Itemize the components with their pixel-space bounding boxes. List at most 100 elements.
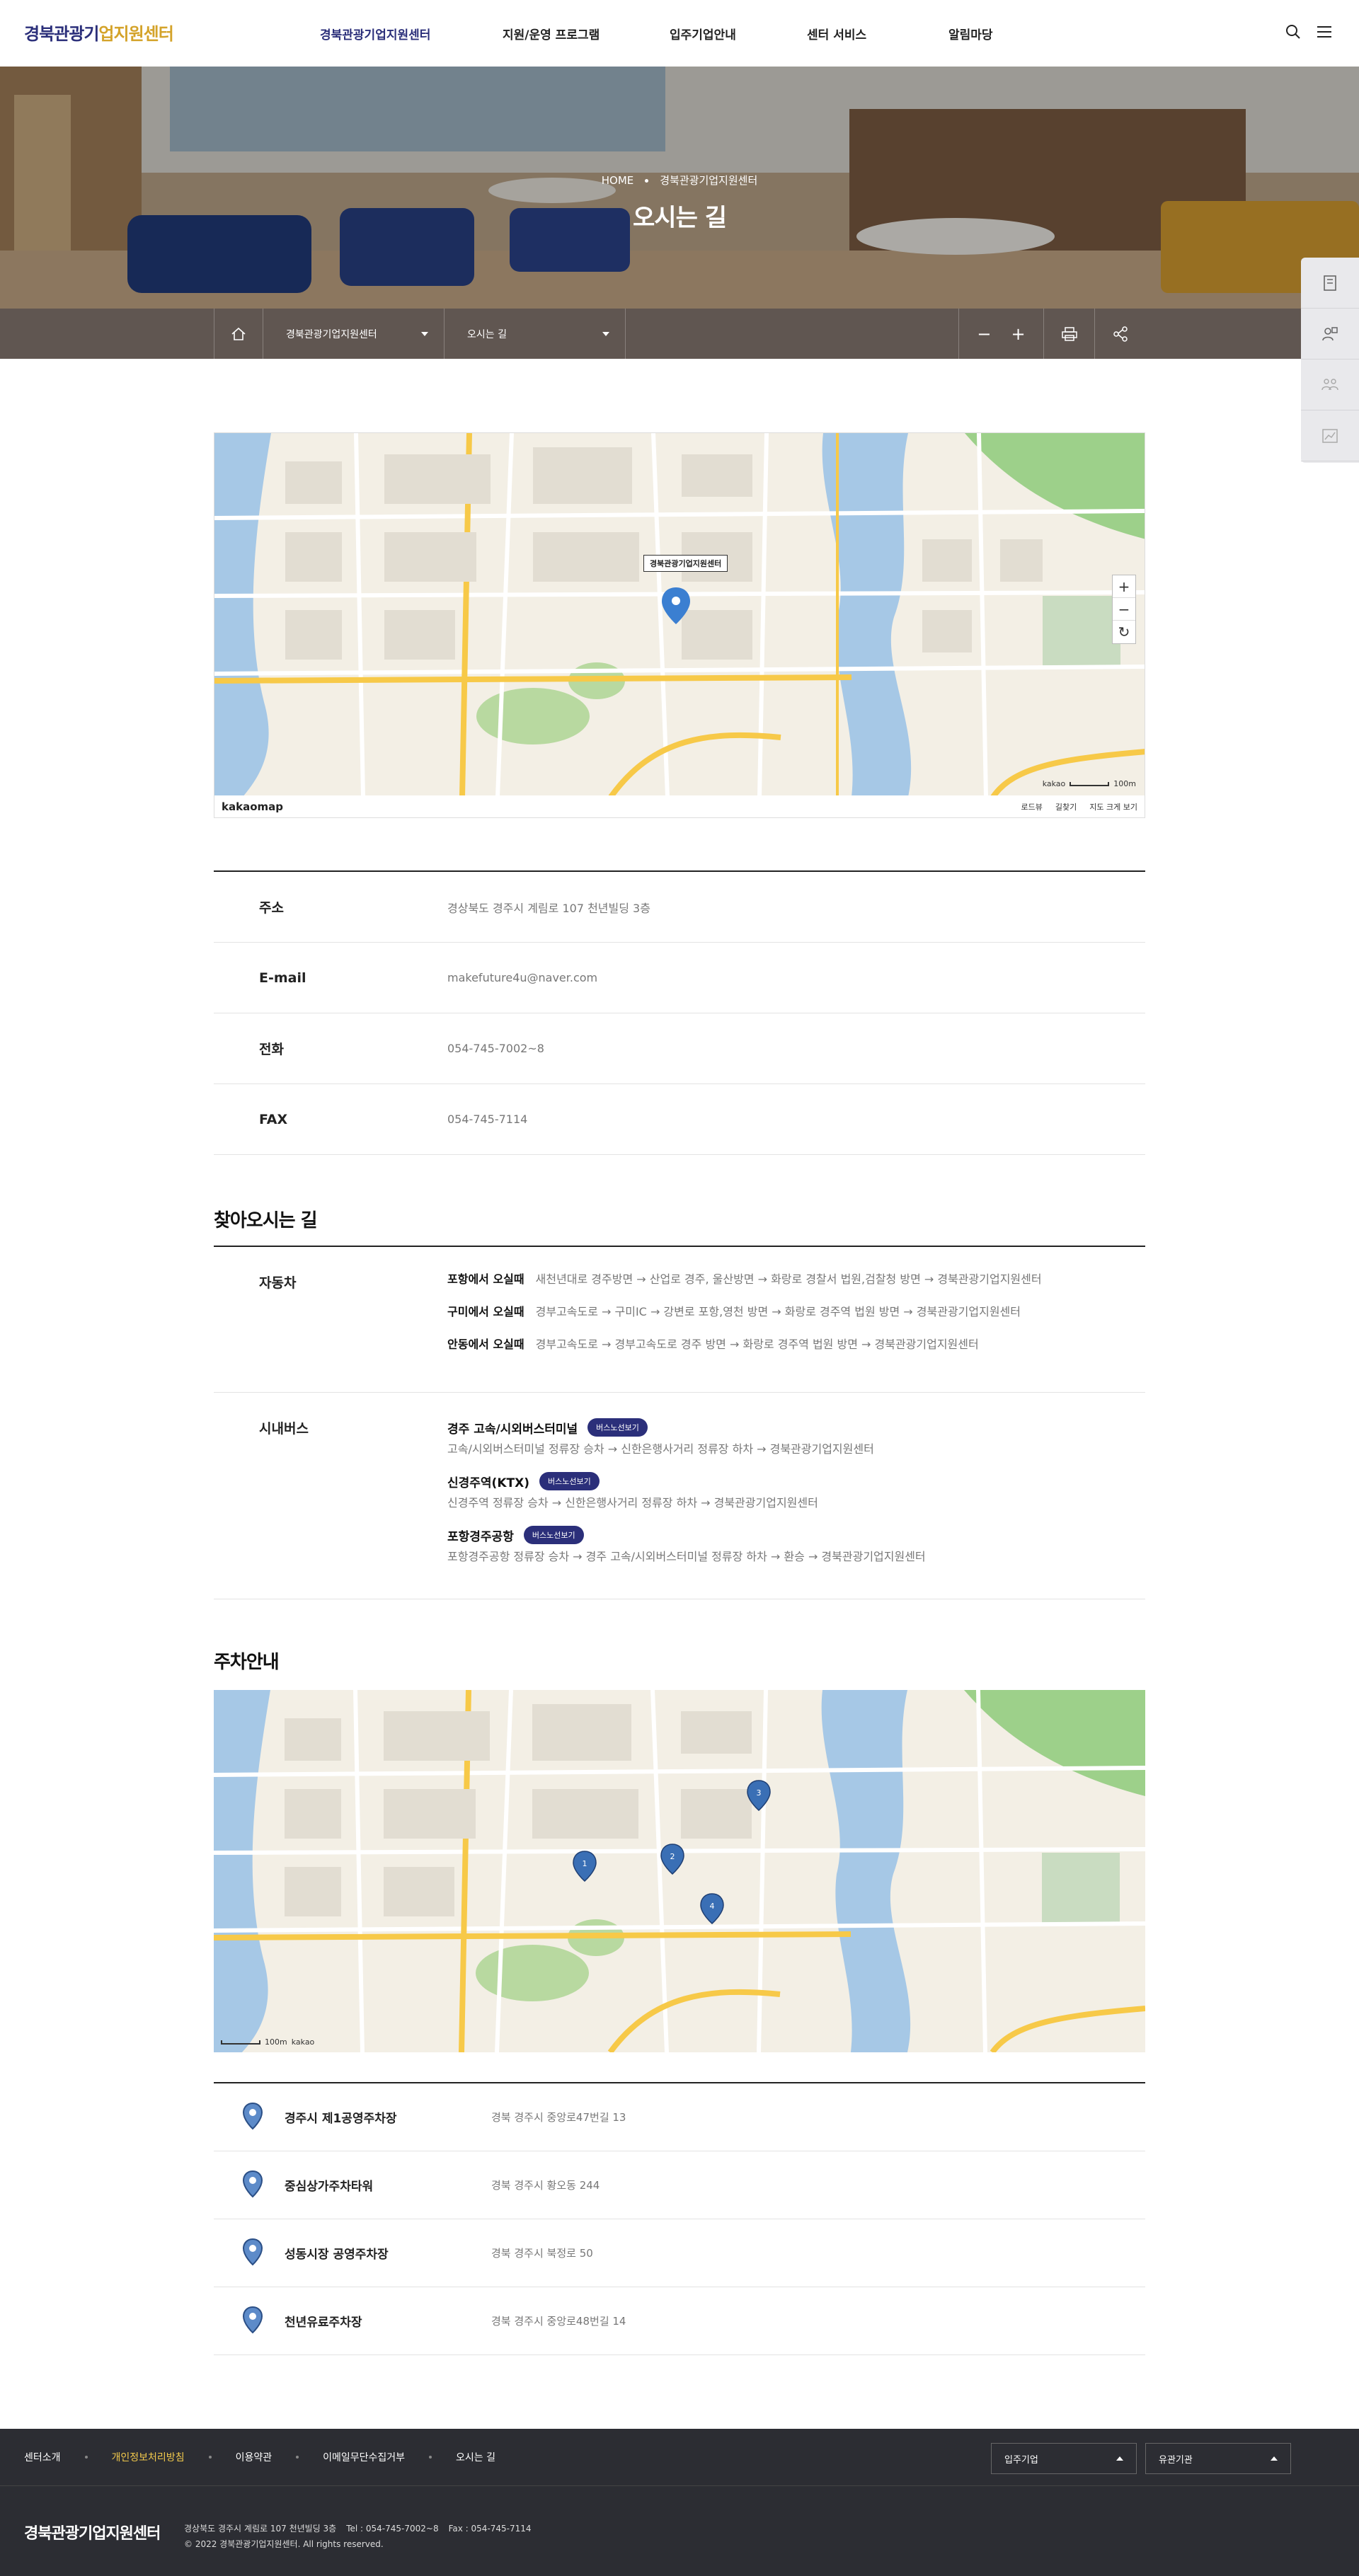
footer-tel: Tel : 054-745-7002~8 — [346, 2524, 439, 2534]
footer-address: 경상북도 경주시 계림로 107 천년빌딩 3층 — [184, 2524, 337, 2534]
parking-pin-number: 4 — [710, 1902, 715, 1911]
large-map-link[interactable]: 지도 크게 보기 — [1089, 801, 1137, 812]
map-pin-icon — [214, 2238, 285, 2269]
car-route-from: 포항에서 오실때 — [447, 1272, 524, 1286]
parking-row: 중심상가주차타워 경북 경주시 황오동 244 — [214, 2151, 1145, 2219]
subnav-depth1-dropdown[interactable]: 경북관광기업지원센터 — [263, 309, 445, 359]
user-group-icon — [1322, 326, 1338, 340]
roadview-link[interactable]: 로드뷰 — [1021, 801, 1043, 812]
related-org-select-label: 유관기관 — [1159, 2454, 1193, 2466]
footer-link-privacy[interactable]: 개인정보처리방침 — [112, 2450, 185, 2464]
map-scale: kakao 100m — [1043, 779, 1136, 788]
directions-link[interactable]: 길찾기 — [1055, 801, 1077, 812]
parking-map-canvas: 1 2 3 4 — [214, 1690, 1145, 2052]
quick-item-3[interactable] — [1301, 360, 1359, 410]
map-reset-button[interactable]: ↻ — [1113, 621, 1135, 643]
kakaomap-logo[interactable]: kakaomap — [222, 800, 283, 813]
hero-banner: HOME 경북관광기업지원센터 오시는 길 경북관광기업지원센터 오시는 길 − … — [0, 67, 1359, 359]
map-zoom-in-button[interactable]: + — [1113, 575, 1135, 598]
logo-text-1: 경북관광기 — [24, 24, 99, 44]
bus-origin: 신경주역(KTX) 버스노선보기 — [447, 1469, 1145, 1493]
hamburger-icon[interactable] — [1315, 23, 1334, 41]
bus-origin: 경주 고속/시외버스터미널 버스노선보기 — [447, 1415, 1145, 1439]
nav-item-service[interactable]: 센터 서비스 — [779, 0, 920, 67]
scale-bar — [1070, 781, 1110, 786]
quick-item-4[interactable] — [1301, 410, 1359, 461]
parking-address: 경북 경주시 황오동 244 — [491, 2179, 600, 2192]
parking-map-scale: 100m kakao — [221, 2037, 314, 2047]
subnav-depth2-label: 오시는 길 — [467, 328, 507, 340]
subnav-home-button[interactable] — [214, 309, 263, 359]
parking-map[interactable]: 1 2 3 4 100m kakao — [214, 1690, 1145, 2052]
map-pin-icon — [214, 2170, 285, 2201]
map-place-label: 경북관광기업지원센터 — [643, 555, 728, 572]
font-zoom-controls: − + — [958, 309, 1043, 359]
related-org-select[interactable]: 유관기관 — [1145, 2443, 1291, 2474]
footer-logo: 경북관광기업지원센터 — [24, 2525, 161, 2543]
tenant-select[interactable]: 입주기업 — [991, 2443, 1137, 2474]
bus-origin-name: 신경주역(KTX) — [447, 1476, 529, 1490]
map-scale-text: 100m — [265, 2037, 287, 2047]
share-icon — [1113, 326, 1128, 342]
subnav-depth2-dropdown[interactable]: 오시는 길 — [445, 309, 626, 359]
parking-row: 천년유료주차장 경북 경주시 중앙로48번길 14 — [214, 2287, 1145, 2355]
map-scale-logo: kakao — [291, 2037, 315, 2047]
subnav-depth1-label: 경북관광기업지원센터 — [286, 328, 377, 340]
share-button[interactable] — [1094, 309, 1145, 359]
parking-row: 성동시장 공영주차장 경북 경주시 북정로 50 — [214, 2219, 1145, 2287]
footer-link-directions[interactable]: 오시는 길 — [456, 2450, 495, 2464]
breadcrumb-home[interactable]: HOME — [602, 174, 634, 187]
map-zoom-out-button[interactable]: − — [1113, 598, 1135, 621]
print-button[interactable] — [1043, 309, 1094, 359]
subnav-tools: − + — [958, 309, 1145, 359]
map-pin-icon — [214, 2306, 285, 2337]
site-logo[interactable]: 경북관광기업지원센터 — [24, 20, 174, 45]
car-route-path: 새천년대로 경주방면 → 산업로 경주, 울산방면 → 화랑로 경찰서 법원,검… — [535, 1272, 1042, 1286]
directions-table: 자동차 포항에서 오실때 새천년대로 경주방면 → 산업로 경주, 울산방면 → … — [214, 1246, 1145, 1599]
search-icon[interactable] — [1284, 23, 1302, 41]
bus-route-button[interactable]: 버스노선보기 — [523, 1526, 584, 1544]
building-icon — [1324, 275, 1336, 291]
sub-navigation-bar: 경북관광기업지원센터 오시는 길 − + — [0, 309, 1359, 359]
quick-menu — [1301, 258, 1359, 463]
refresh-icon: ↻ — [1118, 623, 1130, 640]
footer-selects: 입주기업 유관기관 — [991, 2443, 1291, 2474]
quick-item-2[interactable] — [1301, 309, 1359, 360]
bus-route-button[interactable]: 버스노선보기 — [587, 1418, 648, 1437]
footer-link-email-policy[interactable]: 이메일무단수집거부 — [323, 2450, 405, 2464]
footer-link-about[interactable]: 센터소개 — [24, 2450, 61, 2464]
info-value: 054-745-7002~8 — [447, 1042, 544, 1055]
parking-name: 천년유료주차장 — [285, 2316, 362, 2330]
bus-routes: 경주 고속/시외버스터미널 버스노선보기 고속/시외버스터미널 정류장 승차 → … — [447, 1393, 1145, 1599]
bus-route-button[interactable]: 버스노선보기 — [539, 1472, 600, 1490]
quick-item-1[interactable] — [1301, 258, 1359, 309]
map-scale-logo: kakao — [1042, 779, 1066, 788]
bus-route-desc: 신경주역 정류장 승차 → 신한은행사거리 정류장 하차 → 경북관광기업지원센… — [447, 1496, 818, 1510]
car-route-from: 안동에서 오실때 — [447, 1338, 524, 1351]
info-label: FAX — [259, 1111, 288, 1127]
parking-address: 경북 경주시 북정로 50 — [491, 2247, 593, 2260]
car-route-path: 경부고속도로 → 경부고속도로 경주 방면 → 화랑로 경주역 법원 방면 → … — [535, 1338, 979, 1351]
parking-pin-number: 1 — [583, 1859, 587, 1868]
nav-item-notice[interactable]: 알림마당 — [920, 0, 1048, 67]
nav-item-center[interactable]: 경북관광기업지원센터 — [297, 0, 460, 67]
map-zoom-controls: + − ↻ — [1112, 575, 1136, 644]
parking-name: 경주시 제1공영주차장 — [285, 2112, 397, 2126]
footer-info: 경상북도 경주시 계림로 107 천년빌딩 3층 Tel : 054-745-70… — [184, 2521, 541, 2552]
header-tools — [1284, 23, 1334, 41]
nav-item-tenant[interactable]: 입주기업안내 — [630, 0, 779, 67]
zoom-out-button[interactable]: − — [977, 324, 991, 344]
car-route: 구미에서 오실때 경부고속도로 → 구미IC → 강변로 포항,영천 방면 → 화… — [447, 1302, 1145, 1335]
breadcrumb-current[interactable]: 경북관광기업지원센터 — [660, 174, 757, 187]
info-row-fax: FAX 054-745-7114 — [214, 1084, 1145, 1155]
location-map[interactable]: 경북관광기업지원센터 + − ↻ kakao 100m — [214, 432, 1145, 796]
footer-separator — [208, 2456, 212, 2459]
zoom-in-button[interactable]: + — [1011, 324, 1026, 344]
info-value[interactable]: makefuture4u@naver.com — [447, 971, 597, 984]
dir-label: 시내버스 — [259, 1421, 309, 1437]
info-row-email: E-mail makefuture4u@naver.com — [214, 943, 1145, 1013]
info-label: 주소 — [259, 900, 284, 916]
nav-item-program[interactable]: 지원/운영 프로그램 — [460, 0, 630, 67]
footer-link-terms[interactable]: 이용약관 — [236, 2450, 273, 2464]
site-header: 경북관광기업지원센터 경북관광기업지원센터 지원/운영 프로그램 입주기업안내 … — [0, 0, 1359, 67]
